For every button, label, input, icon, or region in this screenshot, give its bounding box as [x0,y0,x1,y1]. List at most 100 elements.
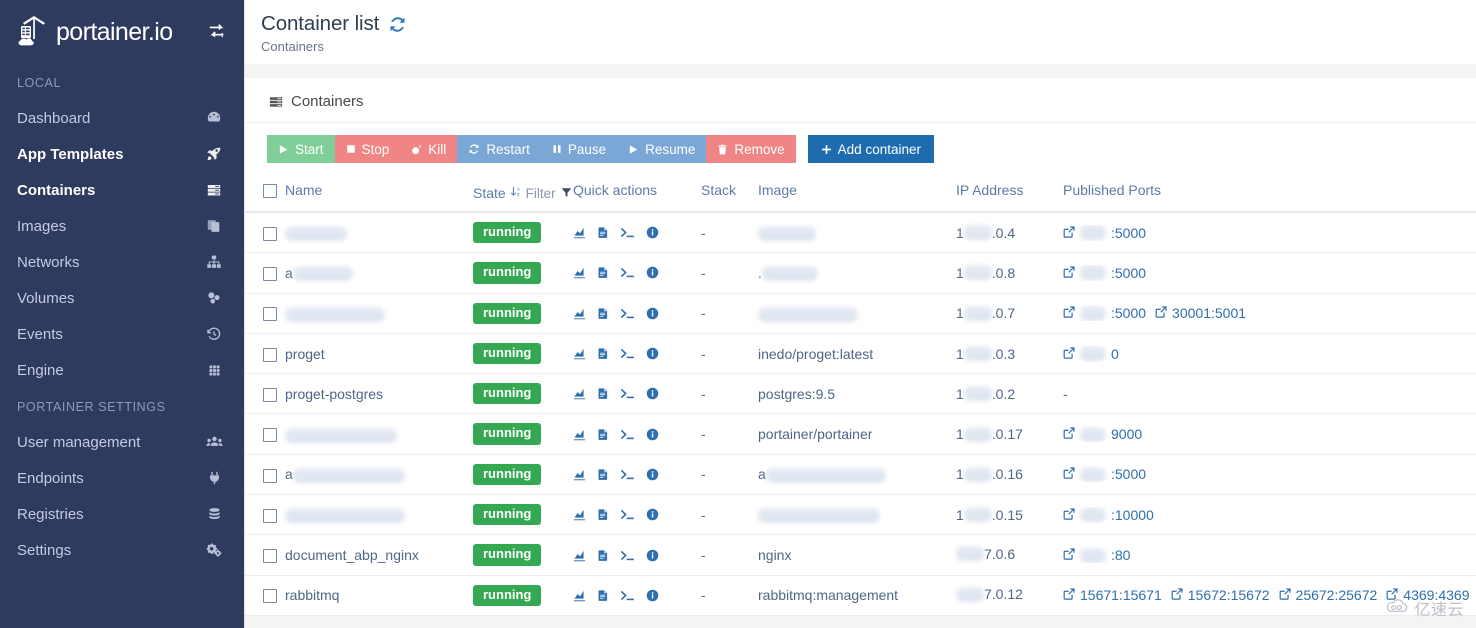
sidebar-item-volumes[interactable]: Volumes [0,280,244,316]
image-cell[interactable]: . [752,253,950,293]
row-checkbox[interactable] [263,549,277,563]
logs-document-icon[interactable] [597,508,609,521]
port-link[interactable]: 25672:25672 [1279,587,1378,603]
console-terminal-icon[interactable] [620,307,635,320]
stats-chart-icon[interactable] [573,508,586,521]
container-name-cell[interactable]: proget-postgres [279,374,467,414]
info-circle-icon[interactable] [646,347,659,360]
container-name-cell[interactable]: a [279,454,467,494]
stats-chart-icon[interactable] [573,589,586,602]
container-name-cell[interactable]: rabbitmq [279,575,467,615]
state-filter-control[interactable]: Filter [526,186,572,201]
logs-document-icon[interactable] [597,549,609,562]
image-cell[interactable] [752,293,950,333]
container-name-cell[interactable]: document_abp_nginx [279,535,467,575]
stats-chart-icon[interactable] [573,387,586,400]
image-cell[interactable] [752,495,950,535]
image-name[interactable]: a [758,466,766,482]
stop-button[interactable]: Stop [335,135,401,163]
row-checkbox[interactable] [263,307,277,321]
state-sort-control[interactable]: State A Z [473,185,522,201]
image-cell[interactable]: postgres:9.5 [752,374,950,414]
port-link[interactable]: :5000 [1063,305,1146,321]
sidebar-item-engine[interactable]: Engine [0,352,244,388]
sidebar-item-events[interactable]: Events [0,316,244,352]
port-link[interactable]: 30001:5001 [1155,305,1246,321]
image-cell[interactable] [752,212,950,253]
kill-button[interactable]: Kill [400,135,457,163]
pause-button[interactable]: Pause [541,135,617,163]
console-terminal-icon[interactable] [620,549,635,562]
stats-chart-icon[interactable] [573,468,586,481]
logs-document-icon[interactable] [597,387,609,400]
column-header-name[interactable]: Name [279,174,467,212]
row-checkbox[interactable] [263,267,277,281]
console-terminal-icon[interactable] [620,428,635,441]
container-name[interactable]: proget [285,346,325,362]
container-name-cell[interactable] [279,212,467,253]
stats-chart-icon[interactable] [573,266,586,279]
console-terminal-icon[interactable] [620,387,635,400]
sidebar-item-containers[interactable]: Containers [0,172,244,208]
stats-chart-icon[interactable] [573,549,586,562]
row-checkbox[interactable] [263,589,277,603]
logs-document-icon[interactable] [597,428,609,441]
sidebar-item-app-templates[interactable]: App Templates [0,136,244,172]
sidebar-item-user-management[interactable]: User management [0,424,244,460]
info-circle-icon[interactable] [646,468,659,481]
console-terminal-icon[interactable] [620,508,635,521]
info-circle-icon[interactable] [646,508,659,521]
collapse-sidebar-icon[interactable] [206,21,228,43]
port-link[interactable]: 0 [1063,346,1119,362]
info-circle-icon[interactable] [646,387,659,400]
image-cell[interactable]: inedo/proget:latest [752,333,950,373]
column-header-stack[interactable]: Stack [695,174,752,212]
logs-document-icon[interactable] [597,226,609,239]
restart-button[interactable]: Restart [457,135,541,163]
container-name-cell[interactable]: proget [279,333,467,373]
remove-button[interactable]: Remove [706,135,795,163]
port-link[interactable]: :80 [1063,547,1130,563]
info-circle-icon[interactable] [646,226,659,239]
image-cell[interactable]: nginx [752,535,950,575]
container-name[interactable]: document_abp_nginx [285,547,419,563]
row-checkbox[interactable] [263,227,277,241]
console-terminal-icon[interactable] [620,589,635,602]
image-name[interactable]: inedo/proget:latest [758,346,873,362]
logs-document-icon[interactable] [597,589,609,602]
row-checkbox[interactable] [263,428,277,442]
sidebar-item-registries[interactable]: Registries [0,496,244,532]
port-link[interactable]: 9000 [1063,426,1142,442]
row-checkbox[interactable] [263,388,277,402]
logs-document-icon[interactable] [597,468,609,481]
logs-document-icon[interactable] [597,266,609,279]
port-link[interactable]: 15672:15672 [1171,587,1270,603]
row-checkbox[interactable] [263,348,277,362]
container-name[interactable]: a [285,466,293,482]
image-name[interactable]: nginx [758,547,791,563]
image-cell[interactable]: a [752,454,950,494]
logs-document-icon[interactable] [597,307,609,320]
image-name[interactable]: rabbitmq:management [758,587,898,603]
stats-chart-icon[interactable] [573,428,586,441]
image-name[interactable]: postgres:9.5 [758,386,835,402]
sidebar-item-images[interactable]: Images [0,208,244,244]
sidebar-item-settings[interactable]: Settings [0,532,244,568]
container-name[interactable]: a [285,265,293,281]
console-terminal-icon[interactable] [620,266,635,279]
stats-chart-icon[interactable] [573,226,586,239]
port-link[interactable]: :5000 [1063,466,1146,482]
resume-button[interactable]: Resume [617,135,706,163]
container-name[interactable]: rabbitmq [285,587,339,603]
row-checkbox[interactable] [263,469,277,483]
select-all-checkbox[interactable] [263,184,277,198]
info-circle-icon[interactable] [646,549,659,562]
info-circle-icon[interactable] [646,307,659,320]
stats-chart-icon[interactable] [573,347,586,360]
column-header-image[interactable]: Image [752,174,950,212]
console-terminal-icon[interactable] [620,468,635,481]
console-terminal-icon[interactable] [620,347,635,360]
port-link[interactable]: :5000 [1063,225,1146,241]
image-cell[interactable]: portainer/portainer [752,414,950,454]
container-name-cell[interactable] [279,495,467,535]
